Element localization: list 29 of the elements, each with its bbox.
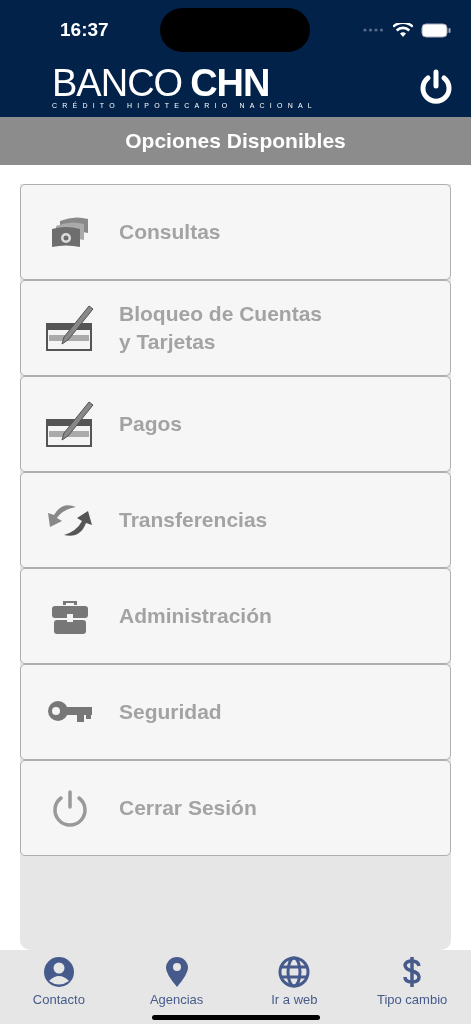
section-title: Opciones Disponibles: [125, 129, 346, 153]
menu-item[interactable]: Consultas: [20, 184, 451, 280]
wifi-icon: [393, 22, 413, 38]
tab-item[interactable]: Contacto: [0, 956, 118, 1024]
dollar-icon: [402, 956, 423, 988]
arrows-icon: [46, 503, 94, 537]
key-icon: [47, 699, 93, 725]
menu-item[interactable]: Pagos: [20, 376, 451, 472]
card-pen-icon: [45, 400, 95, 448]
location-pin-icon: [164, 956, 189, 988]
card-pen-icon: [45, 304, 95, 352]
tab-item[interactable]: Tipo cambio: [353, 956, 471, 1024]
logo-text: CHN: [190, 64, 270, 102]
banknotes-icon: [50, 215, 90, 249]
tab-item[interactable]: Agencias: [117, 956, 236, 1024]
power-icon: [50, 788, 90, 828]
signal-icon: [363, 28, 385, 32]
globe-icon: [278, 956, 311, 988]
menu-item[interactable]: Transferencias: [20, 472, 451, 568]
person-icon: [42, 956, 75, 988]
logo-text: BANCO: [52, 64, 183, 102]
menu-item[interactable]: Seguridad: [20, 664, 451, 760]
menu-item[interactable]: Administración: [20, 568, 451, 664]
battery-icon: [421, 22, 451, 38]
status-time: 16:37: [60, 19, 110, 41]
menu-item[interactable]: Bloqueo de Cuentas y Tarjetas: [20, 280, 451, 376]
tab-item[interactable]: Ir a web: [235, 956, 354, 1024]
menu-item[interactable]: Cerrar Sesión: [20, 760, 451, 856]
power-icon[interactable]: [419, 68, 453, 105]
